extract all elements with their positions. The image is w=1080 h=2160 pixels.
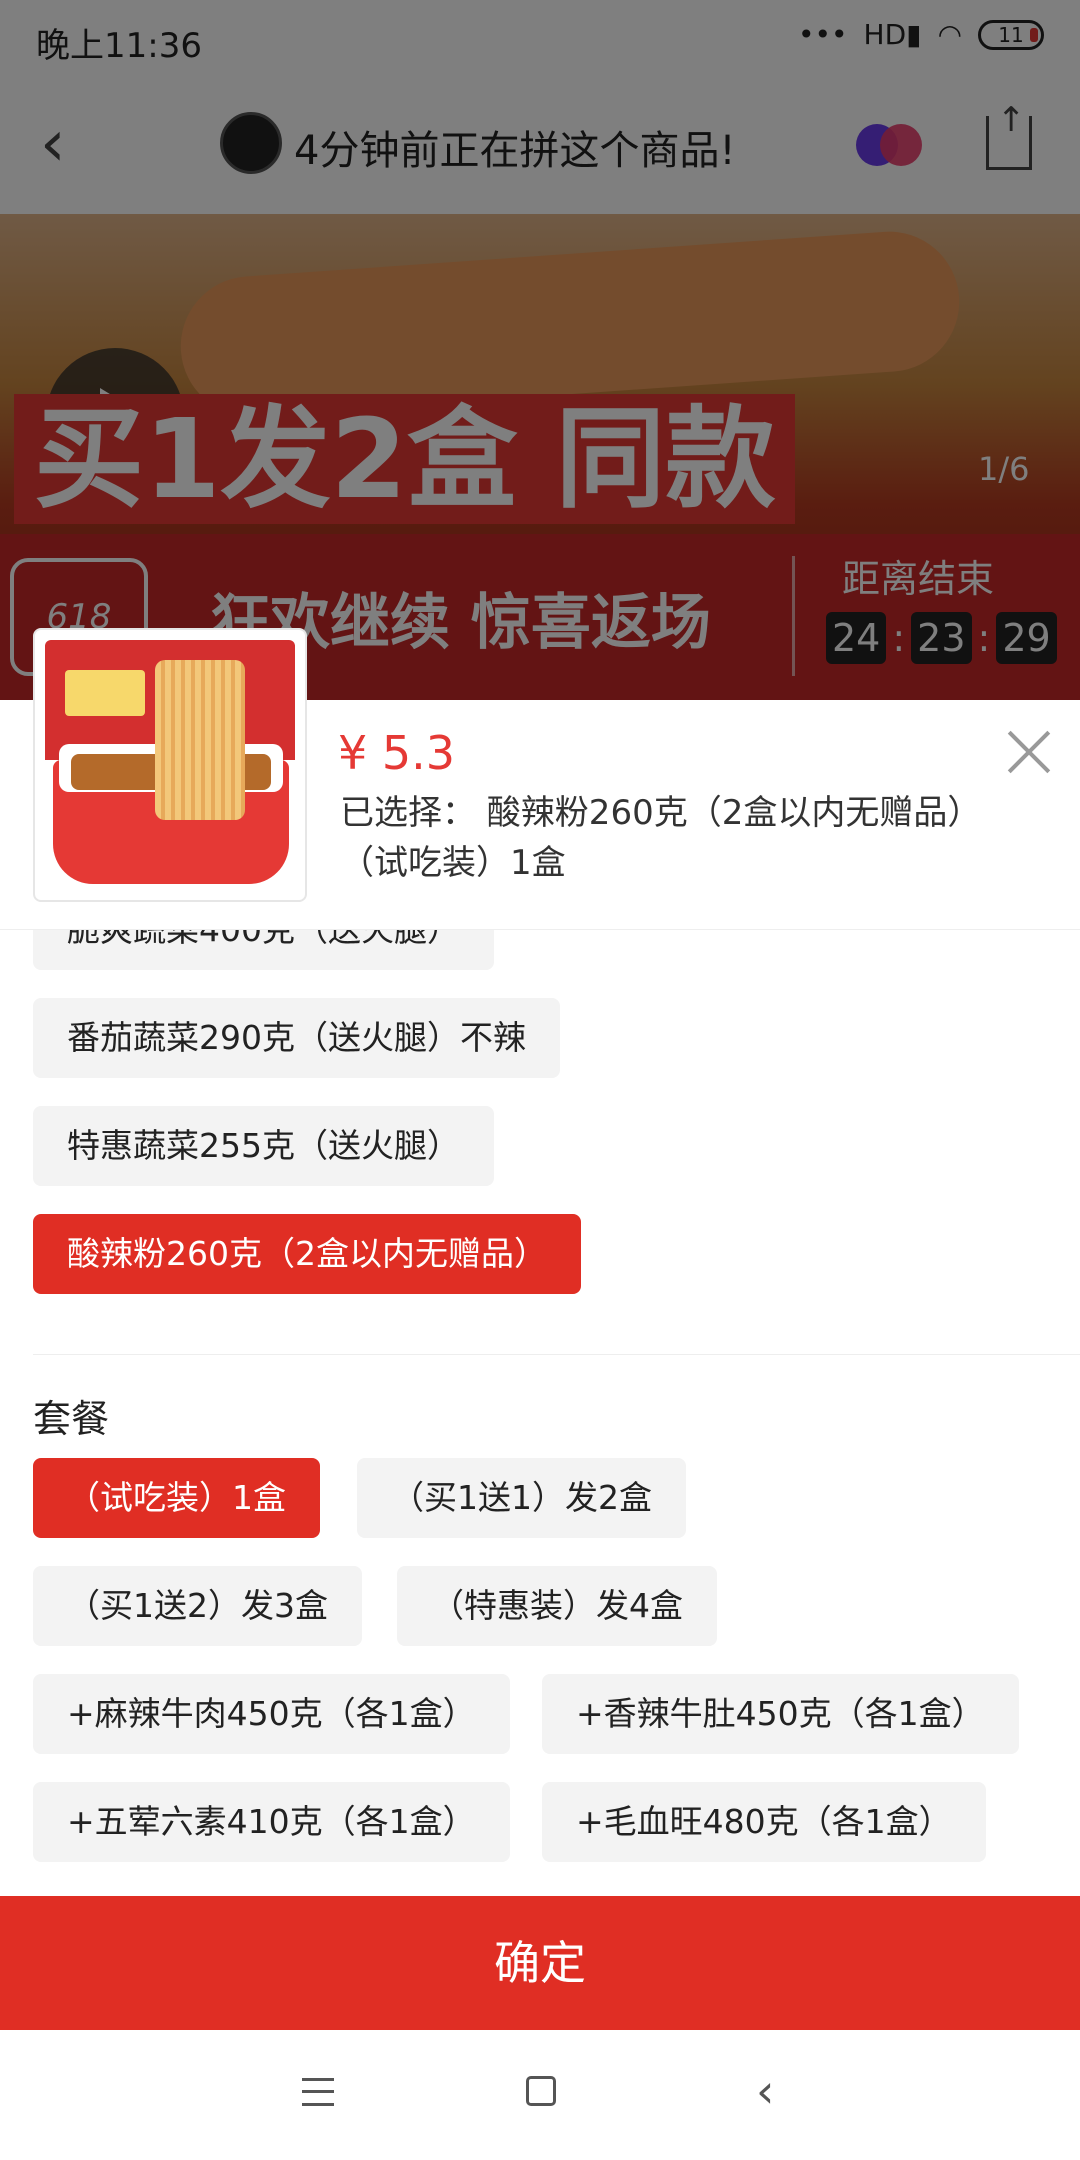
menu-icon[interactable] — [302, 2078, 334, 2106]
package-option[interactable]: +毛血旺480克（各1盒） — [542, 1782, 986, 1862]
divider — [33, 1354, 1080, 1355]
package-option[interactable]: （特惠装）发4盒 — [397, 1566, 717, 1646]
price: ¥ 5.3 — [338, 726, 456, 780]
flavor-option[interactable]: 脆爽蔬菜400克（送火腿） — [33, 930, 494, 970]
home-icon[interactable] — [526, 2076, 556, 2106]
flavor-option[interactable]: 特惠蔬菜255克（送火腿） — [33, 1106, 494, 1186]
package-option[interactable]: （买1送1）发2盒 — [357, 1458, 686, 1538]
selected-summary: 已选择： 酸辣粉260克（2盒以内无赠品）（试吃装）1盒 — [340, 793, 982, 883]
confirm-button[interactable]: 确定 — [0, 1896, 1080, 2030]
sku-sheet: ¥ 5.3 已选择： 酸辣粉260克（2盒以内无赠品）（试吃装）1盒 脆爽蔬菜4… — [0, 628, 1080, 1896]
product-thumbnail — [33, 628, 307, 902]
flavor-option-selected[interactable]: 酸辣粉260克（2盒以内无赠品） — [33, 1214, 581, 1294]
package-section-title: 套餐 — [33, 1397, 110, 1441]
back-icon[interactable]: ‹ — [756, 2064, 774, 2118]
close-icon[interactable] — [1005, 728, 1053, 776]
package-option[interactable]: （买1送2）发3盒 — [33, 1566, 362, 1646]
sheet-header: ¥ 5.3 已选择： 酸辣粉260克（2盒以内无赠品）（试吃装）1盒 — [0, 628, 1080, 930]
flavor-option[interactable]: 番茄蔬菜290克（送火腿）不辣 — [33, 998, 560, 1078]
dim-overlay[interactable] — [0, 0, 1080, 700]
package-option[interactable]: +香辣牛肚450克（各1盒） — [542, 1674, 1019, 1754]
package-option[interactable]: +麻辣牛肉450克（各1盒） — [33, 1674, 510, 1754]
system-nav-bar: ‹ — [0, 2030, 1080, 2160]
package-option[interactable]: +五荤六素410克（各1盒） — [33, 1782, 510, 1862]
package-option-selected[interactable]: （试吃装）1盒 — [33, 1458, 320, 1538]
options-scroll-area[interactable]: 脆爽蔬菜400克（送火腿） 番茄蔬菜290克（送火腿）不辣 特惠蔬菜255克（送… — [0, 930, 1080, 1896]
